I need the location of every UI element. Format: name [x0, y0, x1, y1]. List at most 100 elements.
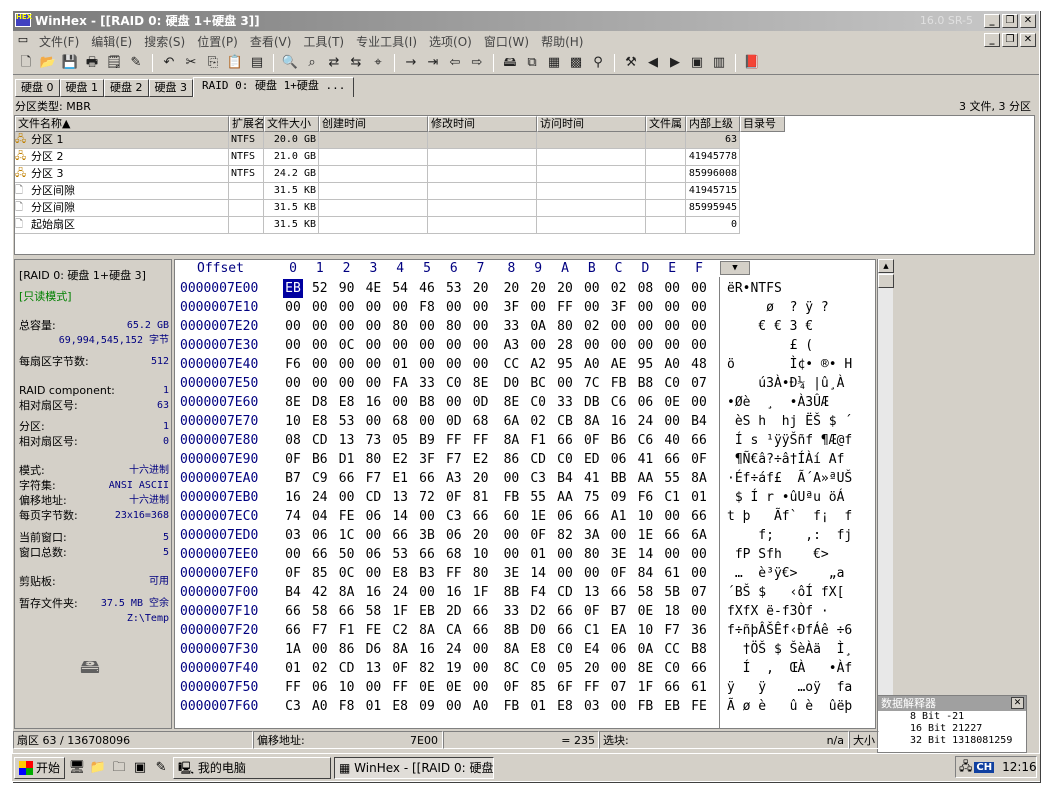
start-button[interactable]: 开始 [14, 756, 66, 779]
hex-byte[interactable]: 04 [310, 507, 330, 526]
edit-icon[interactable]: ✎ [127, 54, 145, 72]
hex-byte[interactable]: 8A [689, 469, 709, 488]
hex-byte[interactable]: 10 [635, 621, 655, 640]
hex-byte[interactable]: 3E [609, 545, 629, 564]
open-disk-icon[interactable]: 🖴 [501, 54, 519, 72]
file-row[interactable]: 🗋 起始扇区 31.5 KB 0 [15, 217, 740, 234]
hex-byte[interactable]: 61 [662, 564, 682, 583]
hex-byte[interactable]: EB [662, 697, 682, 716]
hex-byte[interactable]: 66 [609, 583, 629, 602]
hex-byte[interactable]: 00 [283, 545, 303, 564]
hex-byte[interactable]: 09 [417, 697, 437, 716]
hex-byte[interactable]: 05 [390, 431, 410, 450]
hex-byte[interactable]: 8B [501, 621, 521, 640]
hex-scrollbar[interactable]: ▲ [877, 259, 894, 729]
hex-byte[interactable]: 85 [528, 678, 548, 697]
hex-byte[interactable]: 00 [471, 678, 491, 697]
hex-byte[interactable]: 00 [689, 545, 709, 564]
hex-byte[interactable]: 00 [283, 317, 303, 336]
hex-byte[interactable]: 8A [390, 640, 410, 659]
hex-byte[interactable]: 3F [417, 450, 437, 469]
hex-byte[interactable]: C6 [635, 431, 655, 450]
hex-byte[interactable]: D8 [310, 393, 330, 412]
hex-byte[interactable]: 61 [689, 678, 709, 697]
minimize-button[interactable]: _ [984, 14, 1000, 28]
hex-byte[interactable]: 0A [528, 317, 548, 336]
hex-byte[interactable]: 10 [471, 545, 491, 564]
ascii-text[interactable]: èS h hj ËŠ $ ´ [727, 412, 875, 431]
hex-byte[interactable]: 00 [471, 659, 491, 678]
hex-byte[interactable]: 00 [390, 298, 410, 317]
hex-byte[interactable]: 06 [444, 526, 464, 545]
hex-byte[interactable]: 68 [444, 545, 464, 564]
hex-byte[interactable]: 00 [363, 355, 383, 374]
col-first-sector[interactable]: 内部上级 [686, 116, 740, 132]
ascii-text[interactable]: fXfX ë-f3Òf · [727, 602, 875, 621]
hex-byte[interactable]: 19 [444, 659, 464, 678]
menu-window[interactable]: 窗口(W) [478, 33, 535, 50]
hex-byte[interactable]: A1 [609, 507, 629, 526]
hex-row[interactable]: 0000007E30 00 00 0C 00 00 00 00 00 A3 00 28 00 00 00 00… [175, 336, 875, 355]
quicklaunch-folder-icon[interactable]: 🗀 [110, 758, 128, 778]
hex-byte[interactable]: 01 [689, 488, 709, 507]
hex-byte[interactable]: 00 [417, 583, 437, 602]
calculator-icon[interactable]: ▩ [567, 54, 585, 72]
hex-byte[interactable]: 60 [501, 507, 521, 526]
hex-row[interactable]: 0000007EB0 16 24 00 CD 13 72 0F 81 FB 55 AA 75 09 F6 C1… [175, 488, 875, 507]
hex-byte[interactable]: 00 [635, 336, 655, 355]
hex-byte[interactable]: 00 [444, 355, 464, 374]
hex-byte[interactable]: 14 [390, 507, 410, 526]
hex-byte[interactable]: F8 [337, 697, 357, 716]
hex-byte[interactable]: 54 [390, 279, 410, 298]
hex-byte[interactable]: 20 [501, 279, 521, 298]
hex-byte[interactable]: C9 [310, 469, 330, 488]
hex-row[interactable]: 0000007F10 66 58 66 58 1F EB 2D 66 33 D2 66 0F B7 0E 18… [175, 602, 875, 621]
hex-byte[interactable]: 41 [582, 469, 602, 488]
scroll-up-icon[interactable]: ▲ [878, 259, 894, 273]
undo-icon[interactable]: ↶ [160, 54, 178, 72]
hex-row[interactable]: 0000007E20 00 00 00 00 80 00 80 00 33 0A 80 02 00 00 00… [175, 317, 875, 336]
hex-byte[interactable]: 05 [555, 659, 575, 678]
ascii-text[interactable]: ø ? ÿ ? [727, 298, 875, 317]
hex-byte[interactable]: EA [609, 621, 629, 640]
hex-byte[interactable]: 80 [582, 545, 602, 564]
hex-byte[interactable]: 0D [444, 412, 464, 431]
hex-byte[interactable]: 00 [662, 317, 682, 336]
hex-row[interactable]: 0000007E60 8E D8 E8 16 00 B8 00 0D 8E C0 33 DB C6 06 0E… [175, 393, 875, 412]
hex-byte[interactable]: 09 [609, 488, 629, 507]
col-name[interactable]: 文件名称▲ [15, 116, 229, 132]
hex-byte[interactable]: 66 [689, 507, 709, 526]
ram-editor-icon[interactable]: ▦ [545, 54, 563, 72]
hex-byte[interactable]: CC [662, 640, 682, 659]
hex-byte[interactable]: 85 [310, 564, 330, 583]
hex-byte[interactable]: 95 [635, 355, 655, 374]
col-modified[interactable]: 修改时间 [428, 116, 537, 132]
task-my-computer[interactable]: 🖳 我的电脑 [173, 756, 332, 779]
hex-byte[interactable]: 00 [689, 393, 709, 412]
hex-byte[interactable]: 6F [555, 678, 575, 697]
hex-byte[interactable]: 00 [444, 697, 464, 716]
hex-byte[interactable]: 02 [310, 659, 330, 678]
hex-byte[interactable]: 66 [471, 602, 491, 621]
hex-byte[interactable]: 0F [582, 602, 602, 621]
ascii-text[interactable]: Í ‚ ŒÀ •Àf [727, 659, 875, 678]
hex-byte[interactable]: 00 [283, 336, 303, 355]
hex-byte[interactable]: 8E [471, 374, 491, 393]
hex-row[interactable]: 0000007E10 00 00 00 00 00 F8 00 00 3F 00 FF 00 3F 00 00… [175, 298, 875, 317]
hex-byte[interactable]: 0C [337, 336, 357, 355]
hex-byte[interactable]: 8A [417, 621, 437, 640]
hex-byte[interactable]: 10 [283, 412, 303, 431]
hex-byte[interactable]: 1F [390, 602, 410, 621]
menu-position[interactable]: 位置(P) [191, 33, 244, 50]
hex-byte[interactable]: 01 [283, 659, 303, 678]
hex-byte[interactable]: 03 [283, 526, 303, 545]
hex-byte[interactable]: 00 [471, 336, 491, 355]
hex-byte[interactable]: 33 [501, 317, 521, 336]
hex-byte[interactable]: 00 [283, 298, 303, 317]
title-bar[interactable]: HEX WinHex - [[RAID 0: 硬盘 1+硬盘 3]] 16.0 … [13, 11, 1039, 31]
hex-byte[interactable]: D6 [363, 640, 383, 659]
hex-byte[interactable]: 24 [390, 583, 410, 602]
hex-byte[interactable]: E8 [555, 697, 575, 716]
hex-byte[interactable]: 33 [555, 393, 575, 412]
hex-row[interactable]: 0000007F30 1A 00 86 D6 8A 16 24 00 8A E8 C0 E4 06 0A CC… [175, 640, 875, 659]
